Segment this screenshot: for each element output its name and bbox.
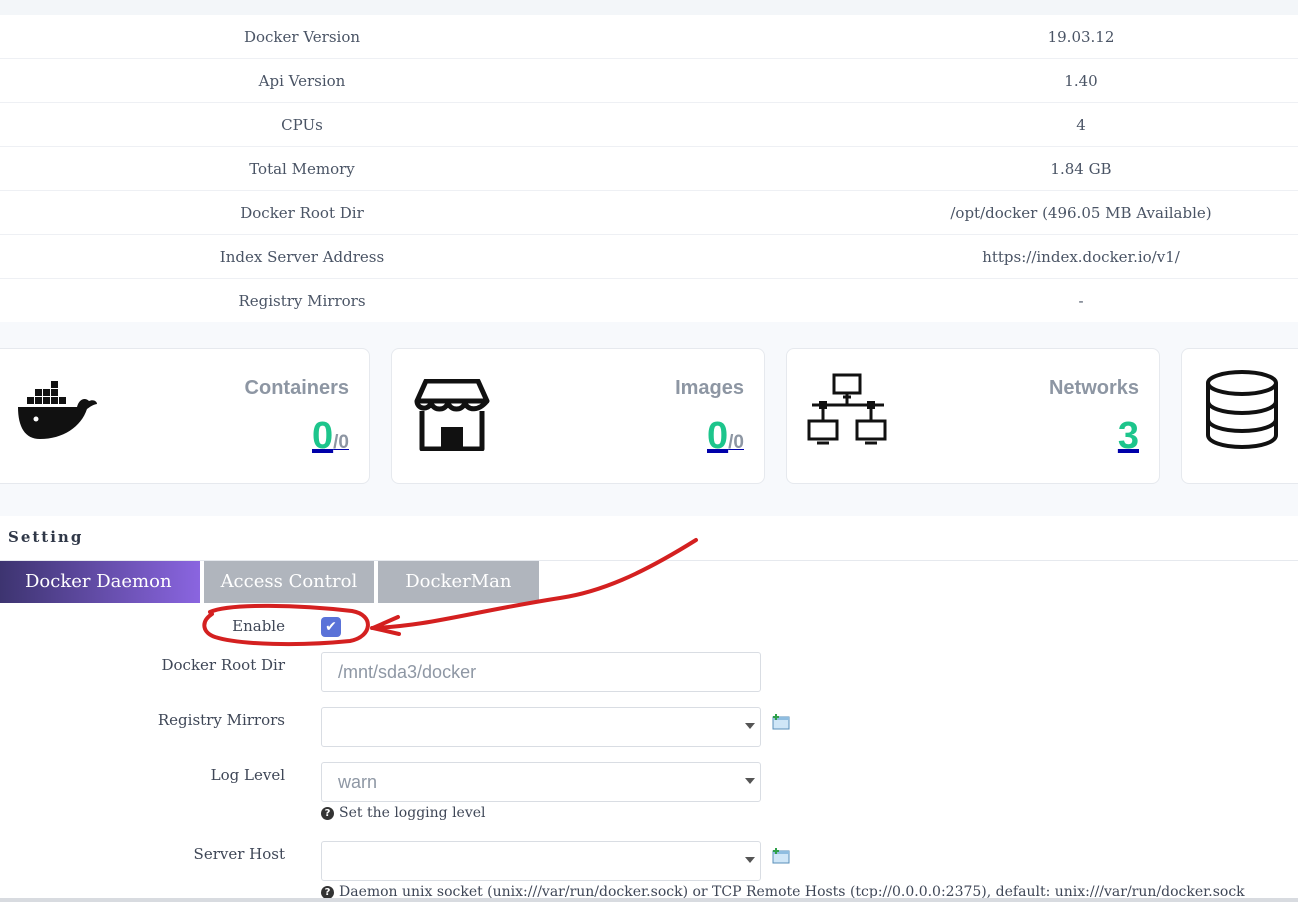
log-level-label: Log Level [210,766,285,784]
setting-section: Setting Docker Daemon Access Control Doc… [0,516,1298,902]
chevron-down-icon [745,778,755,784]
info-value: - [1078,291,1084,310]
registry-mirrors-select[interactable] [321,707,761,747]
add-item-icon[interactable] [772,848,790,864]
setting-tabs: Docker Daemon Access Control DockerMan [0,561,543,603]
info-row: Registry Mirrors - [0,278,1298,322]
server-host-label: Server Host [193,845,285,863]
network-icon [807,373,887,445]
enable-checkbox[interactable]: ✔ [321,617,341,637]
info-key: Docker Version [243,27,361,46]
add-item-icon[interactable] [772,714,790,730]
root-dir-label: Docker Root Dir [161,656,285,674]
log-level-help: ? Set the logging level [321,805,486,821]
info-value: /opt/docker (496.05 MB Available) [950,203,1212,222]
enable-label: Enable [232,617,285,635]
info-value: https://index.docker.io/v1/ [982,247,1180,266]
registry-mirrors-label: Registry Mirrors [157,711,285,729]
log-level-help-text: Set the logging level [339,805,486,821]
containers-total-count: /0 [333,432,349,453]
info-row: Total Memory 1.84 GB [0,146,1298,190]
database-icon [1206,370,1278,450]
info-row: Api Version 1.40 [0,58,1298,102]
containers-title: Containers [244,377,349,399]
info-value: 1.84 GB [1050,159,1112,178]
info-row: Index Server Address https://index.docke… [0,234,1298,278]
info-key: CPUs [281,115,323,134]
images-total-count: /0 [728,432,744,453]
docker-whale-icon [18,381,97,439]
info-value: 4 [1076,115,1086,134]
volumes-card[interactable] [1181,348,1298,484]
horizontal-scrollbar[interactable] [0,898,1298,902]
tab-docker-daemon[interactable]: Docker Daemon [0,561,200,603]
images-title: Images [675,377,744,399]
root-dir-input[interactable]: /mnt/sda3/docker [321,652,761,692]
top-bar [0,0,1298,15]
info-key: Api Version [258,71,346,90]
containers-running-count: 0 [312,415,334,457]
info-value: 19.03.12 [1047,27,1115,46]
summary-cards: Containers 0/0 Images 0/0 Networks 3 [0,348,1298,486]
info-row: Docker Version 19.03.12 [0,15,1298,58]
setting-title: Setting [8,528,84,546]
storefront-icon [414,379,490,451]
networks-title: Networks [1048,377,1139,399]
networks-card[interactable]: Networks 3 [786,348,1160,484]
info-row: CPUs 4 [0,102,1298,146]
tab-dockerman[interactable]: DockerMan [378,561,539,603]
images-card[interactable]: Images 0/0 [391,348,765,484]
chevron-down-icon [745,857,755,863]
log-level-select[interactable]: warn [321,762,761,802]
images-count-value: 0 [707,415,729,457]
info-key: Index Server Address [219,247,385,266]
networks-count[interactable]: 3 [1118,415,1139,458]
info-key: Registry Mirrors [238,291,366,310]
info-key: Docker Root Dir [240,203,364,222]
info-row: Docker Root Dir /opt/docker (496.05 MB A… [0,190,1298,234]
images-count[interactable]: 0/0 [707,415,744,458]
containers-count[interactable]: 0/0 [312,415,349,458]
containers-card[interactable]: Containers 0/0 [0,348,370,484]
networks-count-value: 3 [1117,415,1139,457]
info-key: Total Memory [249,159,355,178]
chevron-down-icon [745,723,755,729]
server-host-select[interactable] [321,841,761,881]
docker-info-table: Docker Version 19.03.12 Api Version 1.40… [0,15,1298,322]
question-circle-icon: ? [321,807,334,820]
info-value: 1.40 [1064,71,1098,90]
tab-access-control[interactable]: Access Control [203,561,375,603]
